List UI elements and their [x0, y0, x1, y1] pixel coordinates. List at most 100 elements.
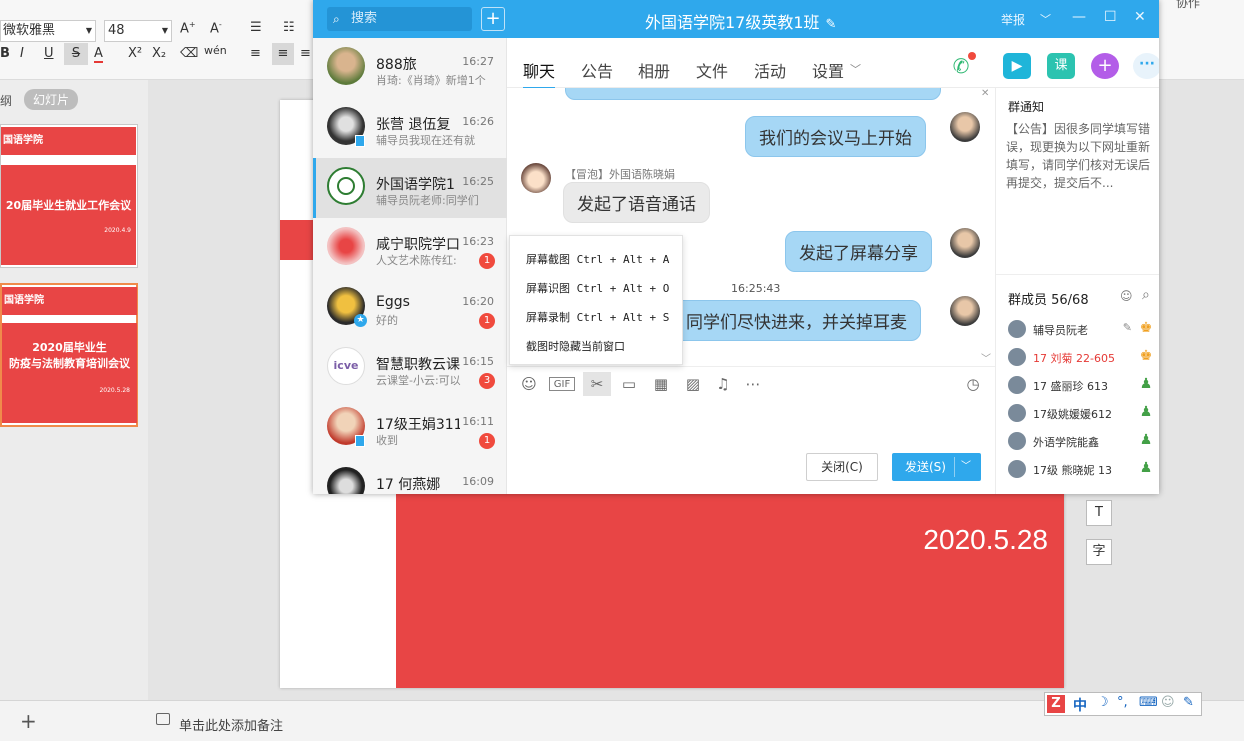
folder-icon[interactable]: ▭ — [619, 374, 639, 394]
conversation-item[interactable]: 888旅 16:27 肖琦:《肖琦》新增1个 — [313, 38, 507, 98]
font-size-select[interactable]: 48 ▼ — [104, 20, 172, 42]
tab-announcement[interactable]: 公告 — [581, 58, 613, 82]
minimize-icon[interactable]: — — [1072, 9, 1086, 25]
more-icon[interactable]: ··· — [1133, 53, 1159, 79]
shop-icon[interactable]: ▦ — [651, 374, 671, 394]
tab-files[interactable]: 文件 — [696, 58, 728, 82]
bell-icon[interactable]: ♫ — [713, 374, 733, 394]
tab-slides[interactable]: 幻灯片 — [24, 89, 79, 110]
message-bubble[interactable]: 发起了语音通话 — [563, 182, 710, 223]
menu-item-screenshot[interactable]: 屏幕截图 Ctrl + Alt + A — [526, 251, 669, 267]
member-item[interactable]: 辅导员阮老 ✎ ♚ — [1008, 318, 1154, 340]
emoji-icon[interactable]: ☺ — [519, 374, 539, 394]
conversation-item[interactable]: 咸宁职院学口 16:23 人文艺术陈传红: 1 — [313, 218, 507, 278]
bold-icon[interactable]: B — [0, 46, 10, 61]
punctuation-icon[interactable]: °, — [1117, 695, 1128, 710]
gif-icon[interactable]: GIF — [549, 377, 575, 391]
slide-thumbnail-2[interactable]: 国语学院 2020届毕业生 防疫与法制教育培训会议 2020.5.28 — [0, 283, 138, 427]
member-item[interactable]: 17 刘菊 22-605 ♚ — [1008, 346, 1154, 368]
avatar[interactable] — [521, 163, 551, 193]
slide-date-text[interactable]: 2020.5.28 — [923, 524, 1048, 556]
collaborate-link[interactable]: 协作 — [1176, 0, 1200, 11]
member-item[interactable]: 17 盛丽珍 613 ♟ — [1008, 374, 1154, 396]
chevron-down-icon[interactable]: ﹀ — [850, 61, 861, 77]
avatar[interactable] — [950, 296, 980, 326]
member-item[interactable]: 17级姚媛媛612 ♟ — [1008, 402, 1154, 424]
slide-thumbnail-1[interactable]: 国语学院 20届毕业生就业工作会议 2020.4.9 — [0, 124, 138, 268]
group-title[interactable]: 外国语学院17级英教1班 ✎ — [645, 9, 836, 33]
keyboard-icon[interactable]: ⌨ — [1139, 695, 1158, 710]
conversation-item[interactable]: icve 智慧职教云课 16:15 云课堂-小云:可以 3 — [313, 338, 507, 398]
tab-settings[interactable]: 设置 — [812, 58, 844, 82]
conversation-item-selected[interactable]: 外国语学院1 16:25 辅导员阮老师:同学们 — [313, 158, 507, 218]
add-slide-button[interactable]: + — [20, 709, 37, 733]
close-small-icon[interactable]: ✕ — [981, 88, 989, 99]
notice-title[interactable]: 群通知 — [1008, 98, 1044, 115]
add-button[interactable]: + — [481, 7, 505, 31]
menu-item-screen-record[interactable]: 屏幕录制 Ctrl + Alt + S — [526, 309, 669, 325]
font-button[interactable]: 字 — [1086, 539, 1112, 565]
bullet-list-icon[interactable]: ☰ — [250, 20, 262, 35]
tab-outline[interactable]: 纲 — [0, 92, 12, 109]
font-shrink-icon[interactable]: A- — [210, 20, 222, 36]
maximize-icon[interactable]: ☐ — [1104, 9, 1117, 25]
tab-album[interactable]: 相册 — [638, 58, 670, 82]
menu-item-hide-window[interactable]: 截图时隐藏当前窗口 — [526, 338, 625, 354]
message-bubble[interactable]: 同学们尽快进来，并关掉耳麦 — [672, 300, 921, 341]
chevron-down-icon[interactable]: ﹀ — [1040, 11, 1051, 27]
notes-placeholder[interactable]: 单击此处添加备注 — [179, 715, 283, 734]
add-app-icon[interactable]: + — [1091, 53, 1119, 79]
strikethrough-icon[interactable]: S — [64, 43, 88, 65]
history-icon[interactable]: ◷ — [963, 374, 983, 394]
font-color-icon[interactable]: A — [94, 46, 103, 63]
send-button[interactable]: 发送(S) ﹀ — [892, 453, 981, 481]
edit-icon[interactable]: ✎ — [1123, 321, 1132, 334]
chevron-down-icon[interactable]: ﹀ — [961, 453, 971, 481]
conversation-item[interactable]: 张营 退伍复 16:26 辅导员我现在还有就 — [313, 98, 507, 158]
align-right-icon[interactable]: ≡ — [300, 46, 311, 61]
member-item[interactable]: 17级 熊晓妮 13 ♟ — [1008, 458, 1154, 480]
superscript-icon[interactable]: X² — [128, 46, 142, 61]
member-item[interactable]: 外语学院能鑫 ♟ — [1008, 430, 1154, 452]
notice-text[interactable]: 【公告】因很多同学填写错误，现更换为以下网址重新填写，请同学们核对无误后再提交，… — [1006, 120, 1152, 192]
font-grow-icon[interactable]: A+ — [180, 20, 196, 36]
close-icon[interactable]: ✕ — [1134, 9, 1146, 25]
conversation-item[interactable]: 17级王娟311 16:11 收到 1 — [313, 398, 507, 458]
video-icon[interactable]: ▶ — [1003, 53, 1031, 79]
font-name-select[interactable]: 微软雅黑 ▼ — [0, 20, 96, 42]
more-options-icon[interactable]: ⋯ — [743, 374, 763, 394]
tab-chat[interactable]: 聊天 — [523, 58, 556, 89]
text-format-button[interactable]: T — [1086, 500, 1112, 526]
user-icon[interactable]: ☺ — [1161, 695, 1175, 710]
close-button[interactable]: 关闭(C) — [806, 453, 878, 481]
avatar[interactable] — [950, 228, 980, 258]
italic-icon[interactable]: I — [20, 46, 24, 61]
tab-activity[interactable]: 活动 — [754, 58, 786, 82]
wrench-icon[interactable]: ✎ — [1183, 695, 1194, 710]
eraser-icon[interactable]: ⌫ — [180, 46, 198, 61]
member-settings-icon[interactable]: ☺ — [1120, 289, 1133, 303]
menu-item-screen-recognize[interactable]: 屏幕识图 Ctrl + Alt + O — [526, 280, 669, 296]
members-title[interactable]: 群成员 56/68 — [1008, 289, 1089, 308]
align-left-icon[interactable]: ≡ — [250, 46, 261, 61]
search-input[interactable]: ⌕ 搜索 — [327, 7, 472, 31]
edit-icon[interactable]: ✎ — [826, 17, 837, 32]
numbered-list-icon[interactable]: ☷ — [283, 20, 295, 35]
align-center-icon[interactable]: ≡ — [272, 43, 294, 65]
avatar[interactable] — [950, 112, 980, 142]
image-icon[interactable]: ▨ — [683, 374, 703, 394]
conversation-item[interactable]: ★ Eggs 16:20 好的 1 — [313, 278, 507, 338]
message-bubble[interactable]: 发起了屏幕分享 — [785, 231, 932, 272]
scroll-down-icon[interactable]: ﹀ — [981, 350, 991, 365]
subscript-icon[interactable]: X₂ — [152, 46, 166, 61]
search-icon[interactable]: ⌕ — [1142, 287, 1150, 303]
moon-icon[interactable]: ☽ — [1097, 695, 1109, 710]
report-link[interactable]: 举报 — [1001, 11, 1025, 28]
scissors-icon[interactable]: ✂ — [583, 372, 611, 396]
message-bubble[interactable]: 我们的会议马上开始 — [745, 116, 926, 157]
ime-logo-icon[interactable]: Z — [1047, 695, 1065, 713]
conversation-item[interactable]: 17 何燕娜 16:09 — [313, 458, 507, 494]
pinyin-icon[interactable]: wén — [204, 44, 227, 57]
ime-lang-toggle[interactable]: 中 — [1073, 695, 1087, 715]
class-icon[interactable]: 课 — [1047, 53, 1075, 79]
